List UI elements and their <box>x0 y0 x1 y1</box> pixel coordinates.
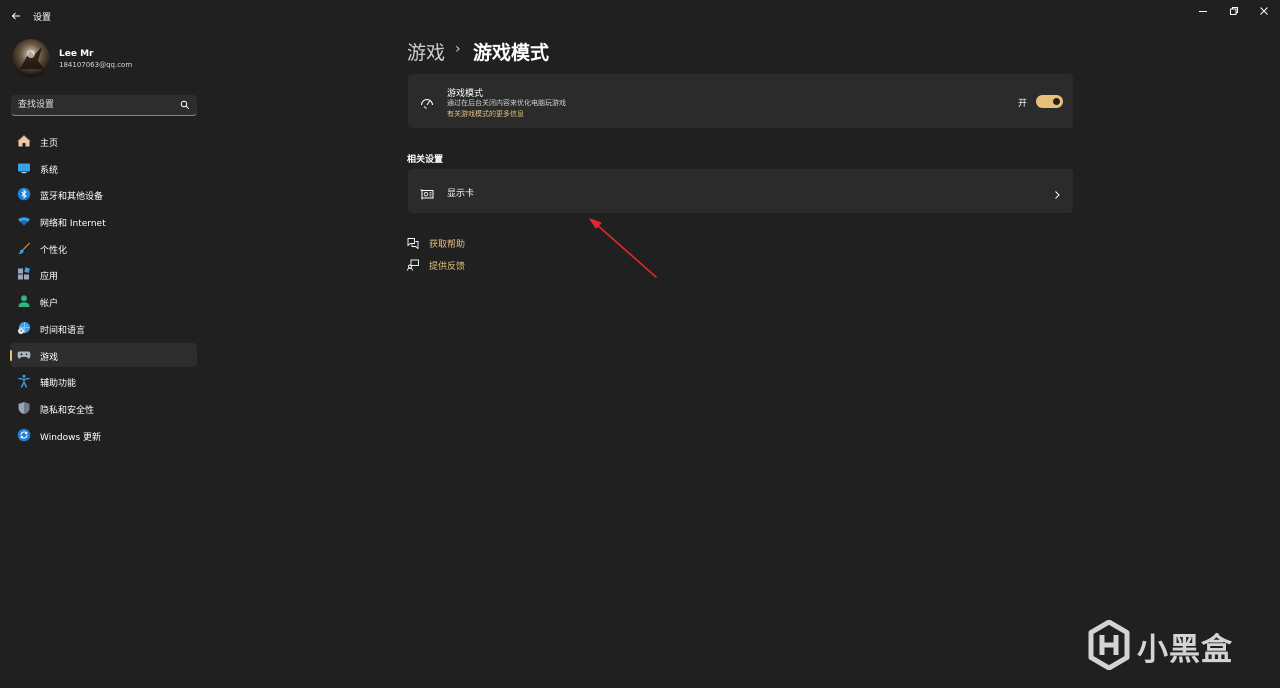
sidebar-item-time-language[interactable]: 时间和语言 <box>10 316 197 340</box>
update-icon <box>17 428 31 442</box>
graphics-card-icon <box>420 185 434 204</box>
apps-icon <box>17 267 31 281</box>
give-feedback-link[interactable]: 提供反馈 <box>407 258 465 272</box>
sidebar: Lee Mr 184107063@qq.com 主页 系统 蓝牙和其他设备 <box>0 32 210 688</box>
related-settings-heading: 相关设置 <box>407 155 444 165</box>
sidebar-nav: 主页 系统 蓝牙和其他设备 网络和 Internet 个性化 应用 帐户 时间和… <box>10 129 197 449</box>
give-feedback-label: 提供反馈 <box>429 262 466 272</box>
back-button[interactable] <box>8 8 24 24</box>
home-icon <box>17 134 31 148</box>
person-icon <box>17 294 31 308</box>
sidebar-item-label: 系统 <box>40 165 59 176</box>
sidebar-item-network[interactable]: 网络和 Internet <box>10 209 197 233</box>
restore-button[interactable] <box>1219 2 1249 20</box>
game-mode-toggle[interactable] <box>1036 95 1063 108</box>
active-indicator <box>10 349 12 361</box>
game-mode-icon <box>420 94 434 113</box>
user-name: Lee Mr <box>59 49 94 59</box>
bluetooth-icon <box>17 187 31 201</box>
window-title: 设置 <box>33 13 52 23</box>
minimize-button[interactable] <box>1188 2 1218 20</box>
title-bar: 设置 <box>0 0 1280 32</box>
sidebar-item-label: 帐户 <box>40 299 59 310</box>
watermark: 小黑盒 <box>1087 620 1247 670</box>
search-icon[interactable] <box>180 100 190 110</box>
heybox-logo-icon <box>1088 620 1130 670</box>
help-chat-icon <box>407 237 419 249</box>
get-help-link[interactable]: 获取帮助 <box>407 236 465 250</box>
search-input[interactable] <box>11 95 171 115</box>
close-button[interactable] <box>1249 2 1279 20</box>
avatar-image <box>12 39 50 77</box>
breadcrumb-parent[interactable]: 游戏 <box>407 38 445 65</box>
sidebar-item-bluetooth[interactable]: 蓝牙和其他设备 <box>10 182 197 206</box>
restore-icon <box>1230 7 1238 15</box>
game-mode-more-info-link[interactable]: 有关游戏模式的更多信息 <box>447 109 524 119</box>
user-email: 184107063@qq.com <box>59 61 133 69</box>
graphics-card-label: 显示卡 <box>447 189 475 199</box>
sidebar-item-label: 个性化 <box>40 245 68 256</box>
sidebar-item-personalization[interactable]: 个性化 <box>10 236 197 260</box>
feedback-icon <box>407 259 419 271</box>
gamepad-icon <box>17 348 31 362</box>
sidebar-item-label: 隐私和安全性 <box>40 405 95 416</box>
sidebar-item-accessibility[interactable]: 辅助功能 <box>10 369 197 393</box>
sidebar-item-label: 应用 <box>40 272 59 283</box>
toggle-knob <box>1053 98 1060 105</box>
sidebar-item-label: 主页 <box>40 139 59 149</box>
game-mode-card: 游戏模式 通过在后台关闭内容来优化电脑玩游戏 有关游戏模式的更多信息 开 <box>408 74 1073 128</box>
sidebar-item-label: 辅助功能 <box>40 379 77 390</box>
accessibility-icon <box>17 374 31 388</box>
page-title: 游戏模式 <box>473 42 550 64</box>
sidebar-item-accounts[interactable]: 帐户 <box>10 289 197 313</box>
sidebar-item-label: 蓝牙和其他设备 <box>40 192 104 203</box>
game-mode-description: 通过在后台关闭内容来优化电脑玩游戏 <box>447 99 566 107</box>
sidebar-item-privacy[interactable]: 隐私和安全性 <box>10 396 197 420</box>
wifi-icon <box>17 214 31 228</box>
sidebar-item-windows-update[interactable]: Windows 更新 <box>10 423 197 447</box>
sidebar-item-gaming[interactable]: 游戏 <box>10 342 197 367</box>
graphics-card-row[interactable]: 显示卡 <box>408 169 1073 213</box>
get-help-label: 获取帮助 <box>429 240 466 250</box>
sidebar-item-apps[interactable]: 应用 <box>10 262 197 286</box>
sidebar-item-label: 时间和语言 <box>40 325 86 336</box>
watermark-text: 小黑盒 <box>1137 632 1233 668</box>
brush-icon <box>17 241 31 255</box>
sidebar-item-label: 网络和 Internet <box>40 219 106 230</box>
sidebar-item-label: 游戏 <box>40 352 59 363</box>
breadcrumb-separator: › <box>455 41 461 57</box>
sidebar-item-system[interactable]: 系统 <box>10 156 197 180</box>
monitor-icon <box>17 161 31 175</box>
sidebar-item-label: Windows 更新 <box>40 432 102 443</box>
search-box[interactable] <box>11 95 197 116</box>
shield-icon <box>17 401 31 415</box>
close-icon <box>1260 7 1268 15</box>
minimize-icon <box>1199 11 1207 12</box>
chevron-right-icon <box>1053 185 1061 204</box>
globe-clock-icon <box>17 321 31 335</box>
sidebar-item-home[interactable]: 主页 <box>10 129 197 153</box>
avatar[interactable] <box>12 39 50 77</box>
toggle-state-label: 开 <box>1018 99 1028 109</box>
arrow-left-icon <box>11 12 20 20</box>
